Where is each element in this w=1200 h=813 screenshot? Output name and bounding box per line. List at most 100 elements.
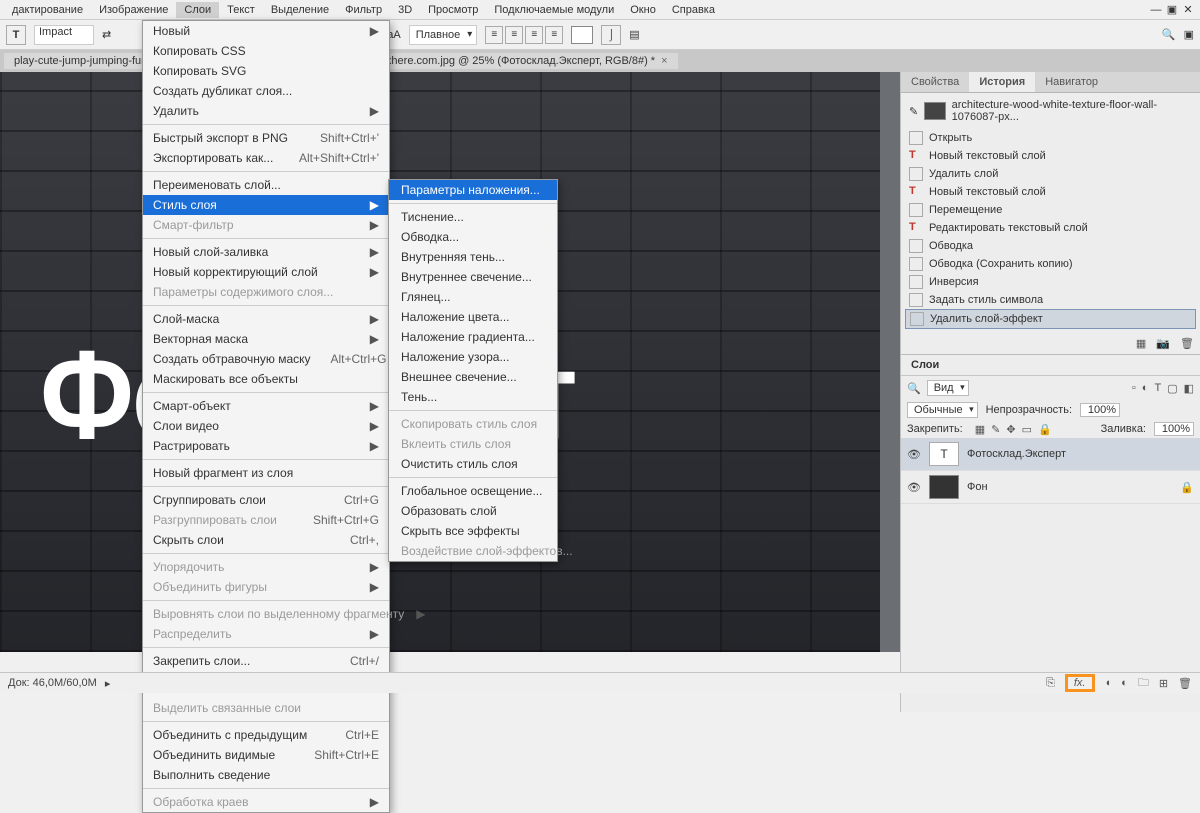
history-step[interactable]: Обводка [905,237,1196,255]
menu-entry[interactable]: Внутреннее свечение... [389,267,557,287]
menu-entry[interactable]: Объединить с предыдущимCtrl+E [143,725,389,745]
history-step[interactable]: Открыть [905,129,1196,147]
menu-entry[interactable]: Наложение узора... [389,347,557,367]
menu-entry[interactable]: Копировать CSS [143,41,389,61]
history-step[interactable]: TРедактировать текстовый слой [905,219,1196,237]
layer-row[interactable]: 👁Фон🔒 [901,471,1200,504]
menu-item[interactable]: Просмотр [420,2,486,18]
opacity-input[interactable]: 100% [1080,403,1120,417]
mask-icon[interactable]: ◖ [1105,677,1112,689]
adjustment-icon[interactable]: ◐ [1121,677,1128,689]
menu-entry[interactable]: Тиснение... [389,207,557,227]
menu-entry[interactable]: Создать дубликат слоя... [143,81,389,101]
menu-entry[interactable]: Внутренняя тень... [389,247,557,267]
layer-name[interactable]: Фотосклад.Эксперт [967,448,1066,460]
camera-icon[interactable]: 📷 [1156,337,1170,350]
layer-style-submenu[interactable]: Параметры наложения... Тиснение...Обводка… [388,179,558,562]
blend-mode-select[interactable]: Обычные [907,402,978,418]
workspace-icon[interactable]: ▣ [1184,28,1194,41]
history-step[interactable]: TНовый текстовый слой [905,183,1196,201]
menu-entry[interactable]: Закрепить слои...Ctrl+/ [143,651,389,671]
menu-item[interactable]: дактирование [4,2,91,18]
history-source[interactable]: ✎ architecture-wood-white-texture-floor-… [905,97,1196,129]
link-icon[interactable]: ⎘ [1046,677,1055,690]
menu-entry[interactable]: Наложение градиента... [389,327,557,347]
search-icon[interactable]: 🔍 [1162,28,1176,41]
menu-entry[interactable]: Глобальное освещение... [389,481,557,501]
anti-alias-select[interactable]: Плавное [409,25,478,45]
text-color-swatch[interactable] [571,26,593,44]
menu-entry[interactable]: Выполнить сведение [143,765,389,785]
menu-entry[interactable]: Новый корректирующий слой▶ [143,262,389,282]
menu-item[interactable]: Выделение [263,2,337,18]
menu-entry[interactable]: Удалить▶ [143,101,389,121]
menu-entry[interactable]: Стиль слоя▶ [143,195,389,215]
menu-entry[interactable]: Слой-маска▶ [143,309,389,329]
new-snapshot-icon[interactable]: ▦ [1136,337,1146,350]
visibility-icon[interactable]: 👁 [907,448,921,461]
menu-item[interactable]: Слои [176,2,219,18]
layer-filter-icons[interactable]: ▫◐T▢◧ [1132,382,1194,395]
menu-entry[interactable]: Скрыть слоиCtrl+, [143,530,389,550]
menu-entry[interactable]: Экспортировать как...Alt+Shift+Ctrl+' [143,148,389,168]
search-small-icon[interactable]: 🔍 [907,382,921,395]
trash-icon[interactable]: 🗑 [1180,337,1194,350]
fill-input[interactable]: 100% [1154,422,1194,436]
menu-entry[interactable]: Глянец... [389,287,557,307]
switch-icon[interactable]: ⇄ [102,28,111,41]
menu-entry[interactable]: Обводка... [389,227,557,247]
menu-entry[interactable]: Новый фрагмент из слоя [143,463,389,483]
menu-entry[interactable]: Маскировать все объекты [143,369,389,389]
menu-item[interactable]: Справка [664,2,723,18]
menu-entry[interactable]: Создать обтравочную маскуAlt+Ctrl+G [143,349,389,369]
history-step[interactable]: TНовый текстовый слой [905,147,1196,165]
menu-entry[interactable]: Растрировать▶ [143,436,389,456]
text-tool-icon[interactable]: T [6,25,26,45]
menu-item[interactable]: Изображение [91,2,176,18]
menu-entry[interactable]: Образовать слой [389,501,557,521]
menu-entry[interactable]: Переименовать слой... [143,175,389,195]
menu-entry[interactable]: Наложение цвета... [389,307,557,327]
layers-menu[interactable]: Новый▶Копировать CSSКопировать SVGСоздат… [142,20,390,813]
menu-item[interactable]: 3D [390,2,420,18]
lock-icons[interactable]: ▦✎✥▭🔒 [975,423,1052,436]
font-name-input[interactable]: Impact [34,25,94,45]
menu-entry[interactable]: Новый слой-заливка▶ [143,242,389,262]
menu-item[interactable]: Текст [219,2,263,18]
warp-text-icon[interactable]: ⌡ [601,25,621,45]
menu-entry[interactable]: Слои видео▶ [143,416,389,436]
history-step[interactable]: Удалить слой-эффект [905,309,1196,329]
text-align-group[interactable]: ≡≡≡≡ [485,26,563,44]
menu-entry[interactable]: Очистить стиль слоя [389,454,557,474]
menu-entry[interactable]: Сгруппировать слоиCtrl+G [143,490,389,510]
menu-entry[interactable]: Быстрый экспорт в PNGShift+Ctrl+' [143,128,389,148]
history-step[interactable]: Задать стиль символа [905,291,1196,309]
menu-entry[interactable]: Скрыть все эффекты [389,521,557,541]
layers-tab[interactable]: Слои [901,355,1200,376]
menu-entry[interactable]: Копировать SVG [143,61,389,81]
layer-row[interactable]: 👁TФотосклад.Эксперт [901,438,1200,471]
menu-item[interactable]: Подключаемые модули [486,2,622,18]
layer-filter-kind[interactable]: Вид [927,380,969,396]
menu-item[interactable]: Фильтр [337,2,390,18]
layer-name[interactable]: Фон [967,481,988,493]
menu-entry[interactable]: Параметры наложения... [389,180,557,200]
paragraph-panel-icon[interactable]: ▤ [629,28,639,41]
history-step[interactable]: Удалить слой [905,165,1196,183]
window-controls[interactable]: —▣✕ [1148,3,1196,16]
history-step[interactable]: Перемещение [905,201,1196,219]
history-panel-tabs[interactable]: Свойства История Навигатор [901,72,1200,93]
menu-entry[interactable]: Новый▶ [143,21,389,41]
visibility-icon[interactable]: 👁 [907,481,921,494]
menu-entry[interactable]: Векторная маска▶ [143,329,389,349]
history-step[interactable]: Обводка (Сохранить копию) [905,255,1196,273]
menu-item[interactable]: Окно [622,2,664,18]
group-icon[interactable]: 🗀 [1138,674,1149,693]
menu-entry[interactable]: Объединить видимыеShift+Ctrl+E [143,745,389,765]
menu-entry[interactable]: Тень... [389,387,557,407]
delete-layer-icon[interactable]: 🗑 [1178,677,1192,690]
history-step[interactable]: Инверсия [905,273,1196,291]
menu-entry[interactable]: Внешнее свечение... [389,367,557,387]
new-layer-icon[interactable]: ⊞ [1159,677,1168,690]
menu-entry[interactable]: Смарт-объект▶ [143,396,389,416]
